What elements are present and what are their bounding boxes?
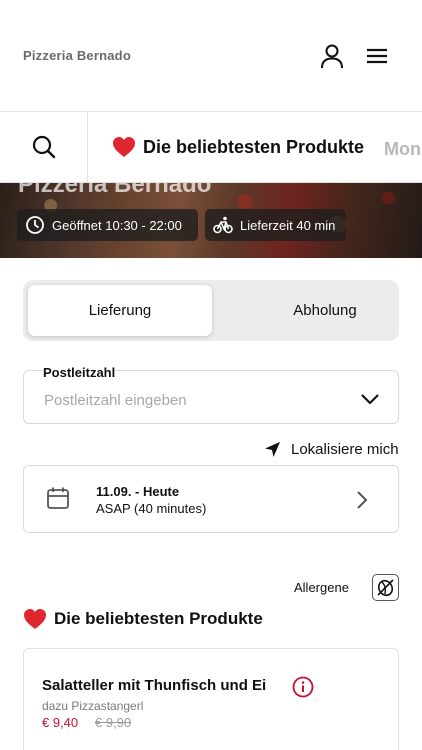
postal-code-input[interactable] xyxy=(44,392,344,409)
delivery-time-text: Lieferzeit 40 min xyxy=(240,217,336,233)
delivery-option[interactable]: Lieferung xyxy=(28,285,212,336)
allergens-label: Allergene xyxy=(294,580,349,595)
hero-banner: Pizzeria Bernado Geöffnet 10:30 - 22:00 … xyxy=(0,183,422,258)
heart-icon xyxy=(113,137,135,157)
product-description: dazu Pizzastangerl xyxy=(42,699,144,713)
info-icon[interactable] xyxy=(292,676,314,698)
chevron-down-icon[interactable] xyxy=(360,389,380,409)
clock-icon xyxy=(26,216,44,234)
section-title: Die beliebtesten Produkte xyxy=(54,609,263,628)
hero-title: Pizzeria Bernado xyxy=(18,183,212,198)
pickup-option[interactable]: Abholung xyxy=(233,285,417,336)
product-old-price: € 9,90 xyxy=(95,715,132,730)
allergens-icon[interactable] xyxy=(372,574,399,601)
delivery-time-selector[interactable]: 11.09. - Heute ASAP (40 minutes) xyxy=(23,465,399,533)
selected-time: ASAP (40 minutes) xyxy=(96,501,207,516)
delivery-time-badge: Lieferzeit 40 min xyxy=(205,209,346,241)
brand-name[interactable]: Pizzeria Bernado xyxy=(23,48,131,63)
calendar-icon xyxy=(47,487,69,509)
product-name: Salatteller mit Thunfisch und Ei xyxy=(42,677,267,694)
selected-date: 11.09. - Heute xyxy=(96,484,180,499)
chevron-right-icon xyxy=(357,491,368,509)
opening-hours-badge: Geöffnet 10:30 - 22:00 xyxy=(17,209,198,241)
product-card[interactable]: Salatteller mit Thunfisch und Ei dazu Pi… xyxy=(23,648,399,750)
category-bar: Die beliebtesten Produkte Mon xyxy=(0,112,422,183)
locate-me-label: Lokalisiere mich xyxy=(291,441,399,458)
category-tab-next[interactable]: Mon xyxy=(384,139,422,160)
hamburger-menu-icon[interactable] xyxy=(364,42,392,70)
category-tab-popular[interactable]: Die beliebtesten Produkte xyxy=(112,136,364,158)
product-price: € 9,40 xyxy=(42,715,79,730)
app-header: Pizzeria Bernado xyxy=(0,0,422,112)
postal-code-label: Postleitzahl xyxy=(43,365,116,380)
user-icon[interactable] xyxy=(318,42,346,70)
category-tab-label: Die beliebtesten Produkte xyxy=(143,136,365,157)
location-arrow-icon xyxy=(265,442,280,457)
section-header-popular: Die beliebtesten Produkte xyxy=(23,608,263,630)
order-mode-toggle: Lieferung Abholung xyxy=(23,280,399,341)
opening-hours-text: Geöffnet 10:30 - 22:00 xyxy=(52,217,182,233)
heart-icon xyxy=(24,609,46,629)
search-icon[interactable] xyxy=(0,112,88,182)
bicycle-icon xyxy=(213,216,233,234)
locate-me-button[interactable]: Lokalisiere mich xyxy=(264,441,399,458)
